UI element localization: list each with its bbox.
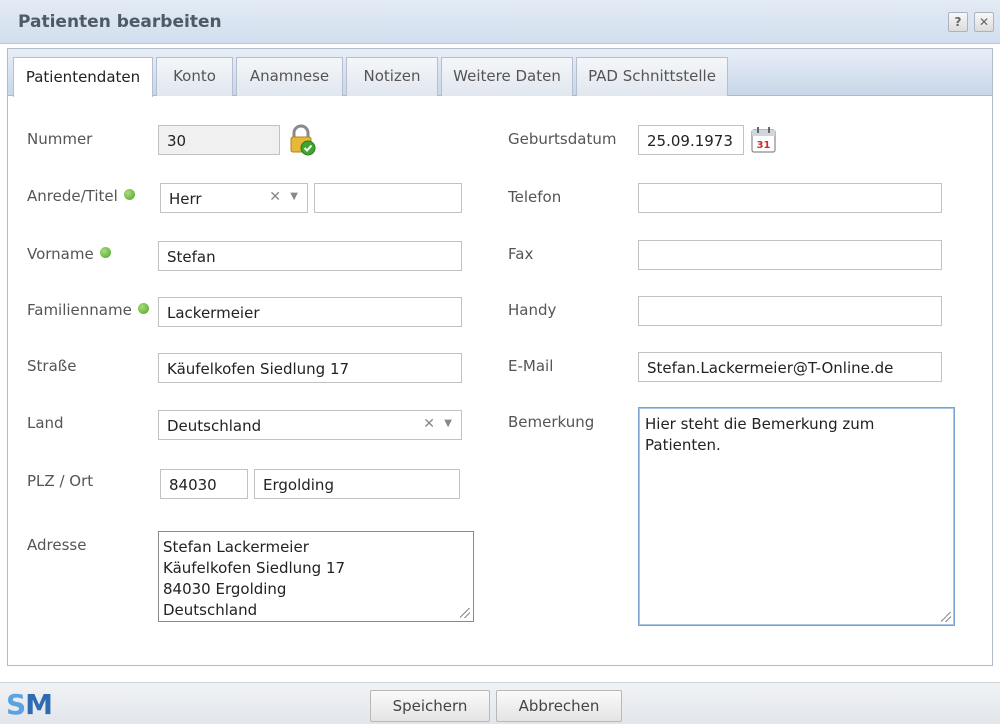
adresse-textarea[interactable]: Stefan Lackermeier Käufelkofen Siedlung … [158, 531, 474, 622]
familienname-label: Familienname [27, 301, 149, 319]
geburtsdatum-label: Geburtsdatum [508, 130, 617, 148]
familienname-input[interactable]: Lackermeier [158, 297, 462, 327]
ort-input[interactable]: Ergolding [254, 469, 460, 499]
land-value: Deutschland [167, 417, 262, 435]
plz-input[interactable]: 84030 [160, 469, 248, 499]
geburtsdatum-input[interactable]: 25.09.1973 [638, 125, 744, 155]
handy-input[interactable] [638, 296, 942, 326]
adresse-label: Adresse [27, 536, 87, 554]
bemerkung-text: Hier steht die Bemerkung zum Patienten. [645, 415, 875, 454]
adresse-line: Stefan Lackermeier [163, 538, 309, 556]
strasse-label: Straße [27, 357, 77, 375]
cancel-button[interactable]: Abbrechen [496, 690, 622, 722]
tab-notizen[interactable]: Notizen [346, 57, 438, 96]
lock-check-icon [288, 124, 316, 156]
anrede-label-text: Anrede/Titel [27, 187, 118, 205]
nummer-label: Nummer [27, 130, 93, 148]
telefon-label: Telefon [508, 188, 562, 206]
vorname-input[interactable]: Stefan [158, 241, 462, 271]
fax-label: Fax [508, 245, 534, 263]
anrede-label: Anrede/Titel [27, 187, 135, 205]
resize-grip-icon[interactable] [941, 612, 951, 622]
vorname-label: Vorname [27, 245, 111, 263]
familienname-label-text: Familienname [27, 301, 132, 319]
telefon-input[interactable] [638, 183, 942, 213]
logo-s: S [6, 688, 26, 721]
tab-pad-schnittstelle[interactable]: PAD Schnittstelle [576, 57, 728, 96]
sm-logo: SM [6, 688, 53, 721]
vorname-label-text: Vorname [27, 245, 94, 263]
chevron-down-icon[interactable]: ▼ [290, 191, 298, 202]
bemerkung-label: Bemerkung [508, 413, 595, 431]
logo-m: M [25, 688, 53, 721]
resize-grip-icon[interactable] [460, 608, 470, 618]
anrede-value: Herr [169, 190, 202, 208]
tab-konto[interactable]: Konto [156, 57, 233, 96]
anrede-select[interactable]: Herr ✕ ▼ [160, 183, 308, 213]
nummer-field[interactable]: 30 [158, 125, 280, 155]
save-button[interactable]: Speichern [370, 690, 490, 722]
tab-weitere-daten[interactable]: Weitere Daten [441, 57, 573, 96]
required-dot-icon [137, 303, 149, 314]
close-button[interactable]: ✕ [974, 12, 994, 32]
window-title: Patienten bearbeiten [18, 12, 222, 32]
fax-input[interactable] [638, 240, 942, 270]
handy-label: Handy [508, 301, 557, 319]
tab-anamnese[interactable]: Anamnese [236, 57, 343, 96]
required-dot-icon [99, 247, 111, 258]
help-button[interactable]: ? [948, 12, 968, 32]
tab-patientendaten[interactable]: Patientendaten [13, 57, 153, 97]
plz-ort-label: PLZ / Ort [27, 472, 94, 490]
calendar-icon[interactable]: 31 [750, 125, 778, 155]
land-label: Land [27, 414, 64, 432]
strasse-input[interactable]: Käufelkofen Siedlung 17 [158, 353, 462, 383]
land-select[interactable]: Deutschland ✕ ▼ [158, 410, 462, 440]
titel-input[interactable] [314, 183, 462, 213]
calendar-day: 31 [757, 140, 771, 151]
email-input[interactable]: Stefan.Lackermeier@T-Online.de [638, 352, 942, 382]
adresse-line: Käufelkofen Siedlung 17 [163, 559, 346, 577]
clear-icon[interactable]: ✕ [423, 416, 435, 432]
required-dot-icon [123, 189, 135, 200]
chevron-down-icon[interactable]: ▼ [444, 418, 452, 429]
bemerkung-textarea[interactable]: Hier steht die Bemerkung zum Patienten. [638, 407, 955, 626]
email-label: E-Mail [508, 357, 554, 375]
adresse-line: 84030 Ergolding [163, 580, 287, 598]
adresse-line: Deutschland [163, 601, 258, 619]
clear-icon[interactable]: ✕ [269, 189, 281, 205]
